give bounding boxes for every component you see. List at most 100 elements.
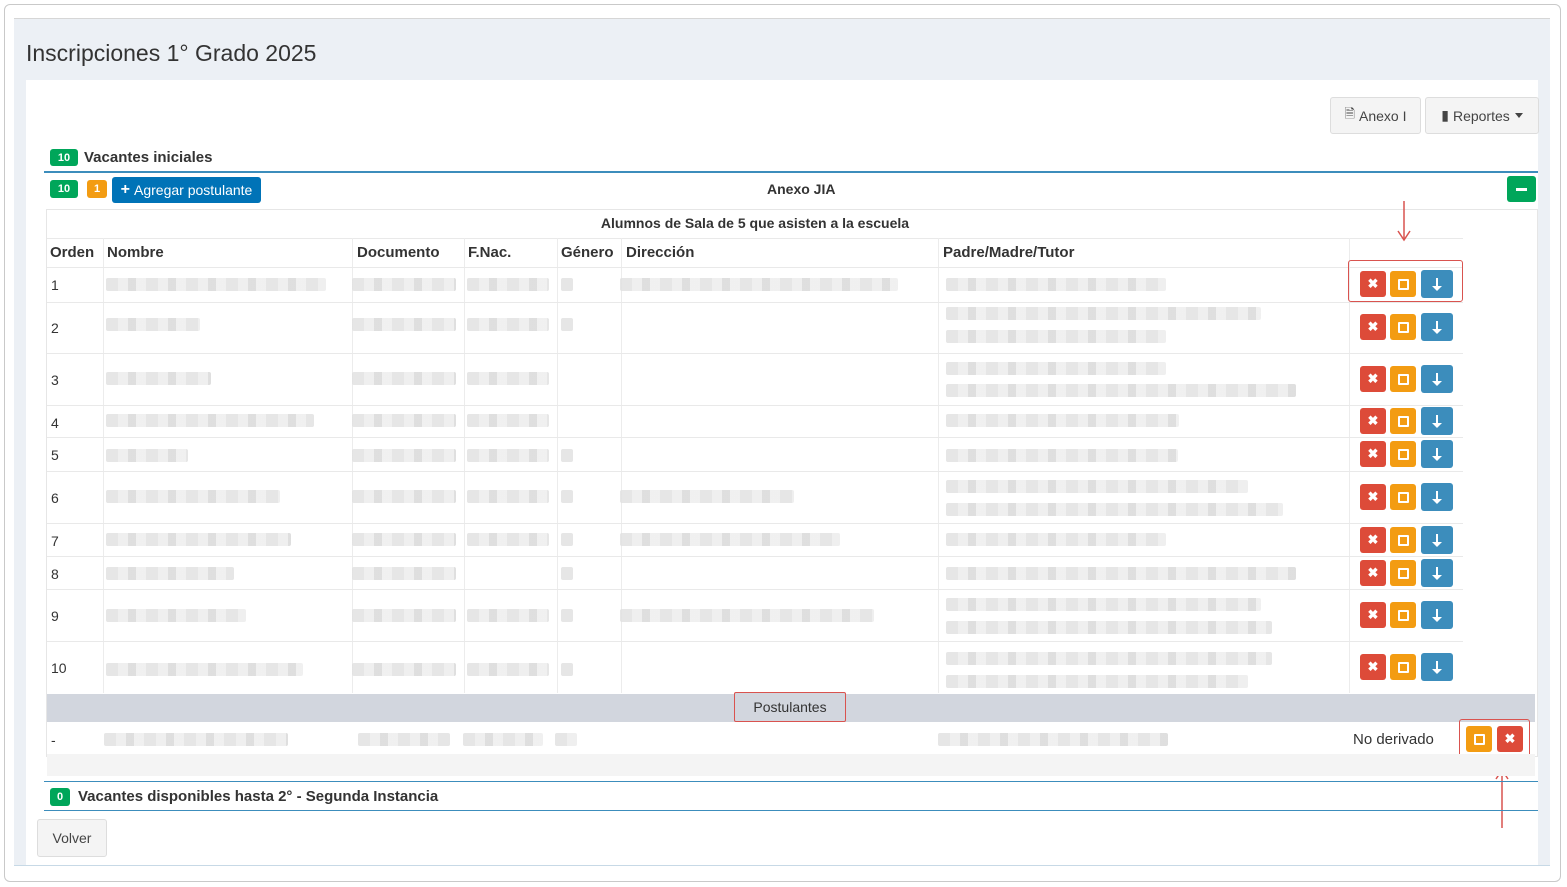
pdf-file-icon: 🗎 bbox=[1344, 105, 1355, 121]
edit-button[interactable] bbox=[1390, 484, 1416, 510]
reportes-button-label: Reportes bbox=[1452, 107, 1510, 124]
table-subheading: Alumnos de Sala de 5 que asisten a la es… bbox=[600, 215, 910, 231]
redacted-document bbox=[352, 567, 456, 580]
redacted-tutor bbox=[946, 652, 1272, 665]
arrow-down-icon bbox=[1432, 608, 1442, 622]
redacted-gender bbox=[561, 663, 573, 676]
delete-button[interactable]: ✖ bbox=[1360, 560, 1386, 586]
redacted-birthdate bbox=[467, 533, 549, 546]
edit-button[interactable] bbox=[1390, 654, 1416, 680]
move-down-button[interactable] bbox=[1421, 483, 1453, 511]
row-order-5: 5 bbox=[51, 447, 59, 463]
header-fnac: F.Nac. bbox=[468, 244, 512, 261]
anexo-button[interactable]: 🗎 Anexo I bbox=[1330, 97, 1421, 134]
redacted-tutor bbox=[946, 598, 1261, 611]
redacted-birthdate bbox=[467, 414, 549, 427]
row-order-10: 10 bbox=[51, 660, 67, 676]
delete-button[interactable]: ✖ bbox=[1360, 408, 1386, 434]
volver-button[interactable]: Volver bbox=[37, 819, 107, 857]
header-nombre: Nombre bbox=[107, 244, 164, 261]
redacted-name bbox=[106, 609, 246, 622]
edit-button[interactable] bbox=[1390, 527, 1416, 553]
row-line bbox=[47, 353, 1463, 354]
edit-button[interactable] bbox=[1390, 314, 1416, 340]
vacantes-iniciales-label: Vacantes iniciales bbox=[84, 149, 213, 166]
segunda-instancia-bottom-rule bbox=[44, 810, 1538, 811]
row-order-2: 2 bbox=[51, 320, 59, 336]
postulantes-label: Postulantes bbox=[734, 692, 846, 722]
redacted-document bbox=[358, 733, 450, 746]
delete-button[interactable]: ✖ bbox=[1360, 527, 1386, 553]
times-icon: ✖ bbox=[1367, 319, 1379, 334]
delete-button[interactable]: ✖ bbox=[1360, 366, 1386, 392]
arrow-down-icon bbox=[1432, 566, 1442, 580]
redacted-tutor bbox=[946, 567, 1296, 580]
redacted-tutor bbox=[946, 503, 1283, 516]
collapse-button[interactable] bbox=[1507, 176, 1536, 202]
add-postulante-label: Agregar postulante bbox=[134, 182, 253, 198]
edit-icon bbox=[1397, 534, 1409, 546]
redacted-tutor bbox=[946, 307, 1261, 320]
move-down-button[interactable] bbox=[1421, 313, 1453, 341]
redacted-address bbox=[620, 609, 874, 622]
add-postulante-button[interactable]: + Agregar postulante bbox=[112, 177, 261, 203]
delete-button[interactable]: ✖ bbox=[1360, 441, 1386, 467]
row-order-3: 3 bbox=[51, 372, 59, 388]
delete-button[interactable]: ✖ bbox=[1360, 654, 1386, 680]
edit-button[interactable] bbox=[1390, 602, 1416, 628]
segunda-instancia-top-rule bbox=[44, 781, 1538, 782]
row-order-8: 8 bbox=[51, 566, 59, 582]
edit-button[interactable] bbox=[1390, 408, 1416, 434]
edit-button[interactable] bbox=[1390, 560, 1416, 586]
redacted-document bbox=[352, 318, 456, 331]
move-down-button[interactable] bbox=[1421, 559, 1453, 587]
redacted-name bbox=[106, 414, 314, 427]
redacted-tutor bbox=[946, 414, 1179, 427]
redacted-birthdate bbox=[467, 278, 549, 291]
times-icon: ✖ bbox=[1367, 532, 1379, 547]
delete-button[interactable]: ✖ bbox=[1360, 602, 1386, 628]
edit-button[interactable] bbox=[1390, 441, 1416, 467]
edit-icon bbox=[1397, 415, 1409, 427]
redacted-name bbox=[106, 490, 280, 503]
annotation-highlight-row-actions bbox=[1348, 260, 1463, 302]
redacted-tutor bbox=[946, 278, 1166, 291]
anexo-count-badge: 10 bbox=[50, 180, 78, 198]
row-line bbox=[47, 641, 1463, 642]
row-order-4: 4 bbox=[51, 415, 59, 431]
edit-icon bbox=[1397, 373, 1409, 385]
row-line bbox=[47, 267, 1463, 268]
edit-icon bbox=[1397, 448, 1409, 460]
right-gutter bbox=[1538, 80, 1550, 866]
column-separator bbox=[557, 238, 558, 693]
edit-icon bbox=[1397, 491, 1409, 503]
move-down-button[interactable] bbox=[1421, 526, 1453, 554]
annotation-arrow-up-icon bbox=[1495, 768, 1509, 828]
delete-button[interactable]: ✖ bbox=[1360, 484, 1386, 510]
column-separator bbox=[464, 238, 465, 693]
move-down-button[interactable] bbox=[1421, 365, 1453, 393]
edit-button[interactable] bbox=[1390, 366, 1416, 392]
row-line bbox=[47, 437, 1463, 438]
move-down-button[interactable] bbox=[1421, 440, 1453, 468]
move-down-button[interactable] bbox=[1421, 407, 1453, 435]
redacted-gender bbox=[561, 318, 573, 331]
times-icon: ✖ bbox=[1367, 413, 1379, 428]
row-line bbox=[47, 302, 1463, 303]
reportes-dropdown-button[interactable]: ▮ Reportes bbox=[1425, 97, 1539, 134]
redacted-document bbox=[352, 372, 456, 385]
redacted-document bbox=[352, 533, 456, 546]
redacted-document bbox=[352, 278, 456, 291]
minus-icon bbox=[1516, 187, 1527, 191]
move-down-button[interactable] bbox=[1421, 601, 1453, 629]
column-separator bbox=[938, 238, 939, 693]
redacted-birthdate bbox=[467, 318, 549, 331]
delete-button[interactable]: ✖ bbox=[1360, 314, 1386, 340]
redacted-tutor bbox=[938, 733, 1168, 746]
anexo-button-label: Anexo I bbox=[1358, 107, 1407, 124]
column-separator bbox=[1349, 238, 1350, 693]
edit-icon bbox=[1397, 661, 1409, 673]
anexo-postulantes-badge: 1 bbox=[87, 180, 107, 198]
move-down-button[interactable] bbox=[1421, 653, 1453, 681]
redacted-tutor bbox=[946, 533, 1166, 546]
